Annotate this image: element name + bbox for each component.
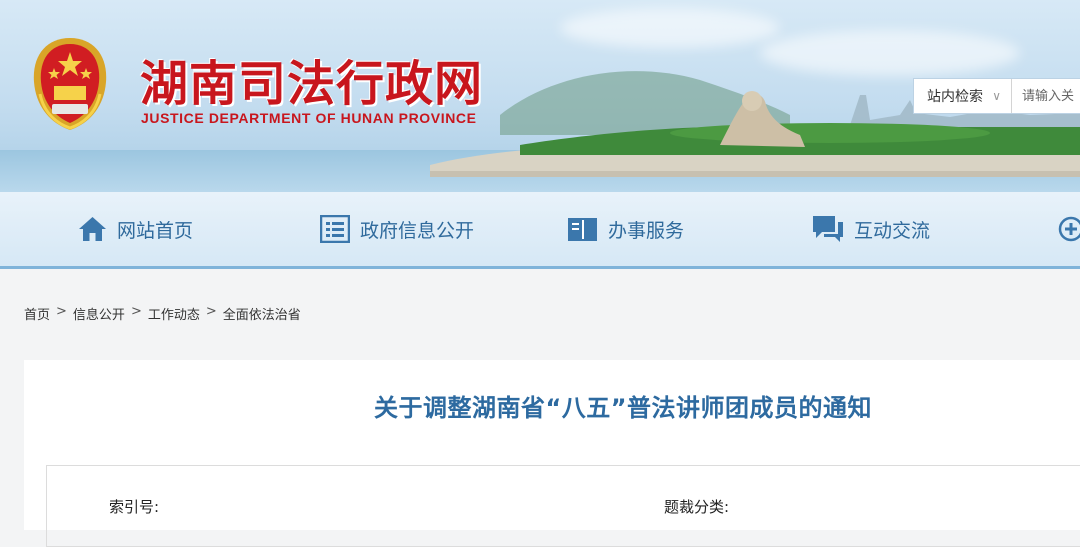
home-icon [79, 217, 106, 241]
chat-icon [813, 216, 843, 242]
chevron-down-icon: ∨ [992, 89, 1001, 103]
breadcrumb-info-disclosure[interactable]: 信息公开 [73, 304, 125, 323]
breadcrumb: 首页 > 信息公开 > 工作动态 > 全面依法治省 [24, 304, 301, 323]
cloud-decoration [560, 8, 780, 48]
nav-item-home[interactable]: 网站首页 [78, 192, 193, 266]
breadcrumb-home[interactable]: 首页 [24, 304, 50, 323]
plus-circle-icon [1058, 216, 1080, 242]
nav-item-label: 互动交流 [854, 219, 931, 242]
nav-item-government-info[interactable]: 政府信息公开 [320, 192, 474, 266]
list-icon [320, 215, 350, 243]
category-label: 题裁分类: [664, 498, 730, 516]
nav-item-interaction[interactable]: 互动交流 [812, 192, 930, 266]
search-input[interactable] [1012, 87, 1080, 105]
search-scope-label: 站内检索 [927, 89, 983, 105]
breadcrumb-separator: > [56, 304, 67, 319]
article-title: 关于调整湖南省“八五”普法讲师团成员的通知 [374, 394, 873, 422]
breadcrumb-work-news[interactable]: 工作动态 [148, 304, 200, 323]
site-search: 站内检索 ∨ [913, 78, 1080, 114]
main-navigation: 网站首页 政府信息公开 办事服务 互动交流 [0, 192, 1080, 269]
site-subtitle: JUSTICE DEPARTMENT OF HUNAN PROVINCE [141, 110, 477, 126]
header-banner: 湖南司法行政网 JUSTICE DEPARTMENT OF HUNAN PROV… [0, 0, 1080, 192]
article-meta-box: 索引号: 题裁分类: [46, 465, 1080, 547]
search-scope-select[interactable]: 站内检索 ∨ [914, 79, 1012, 113]
article-panel: 关于调整湖南省“八五”普法讲师团成员的通知 索引号: 题裁分类: [24, 360, 1080, 547]
nav-item-label: 办事服务 [608, 219, 685, 242]
national-emblem-logo [33, 38, 107, 130]
nav-item-services[interactable]: 办事服务 [567, 192, 684, 266]
breadcrumb-separator: > [130, 304, 142, 319]
nav-item-label: 网站首页 [117, 219, 194, 242]
nav-item-label: 政府信息公开 [360, 219, 475, 242]
book-icon [568, 217, 597, 241]
breadcrumb-separator: > [205, 304, 217, 319]
orange-isle-scenery [430, 71, 1080, 177]
index-number-label: 索引号: [109, 498, 160, 516]
nav-item-more[interactable] [1058, 192, 1080, 266]
breadcrumb-rule-of-law[interactable]: 全面依法治省 [223, 304, 301, 323]
